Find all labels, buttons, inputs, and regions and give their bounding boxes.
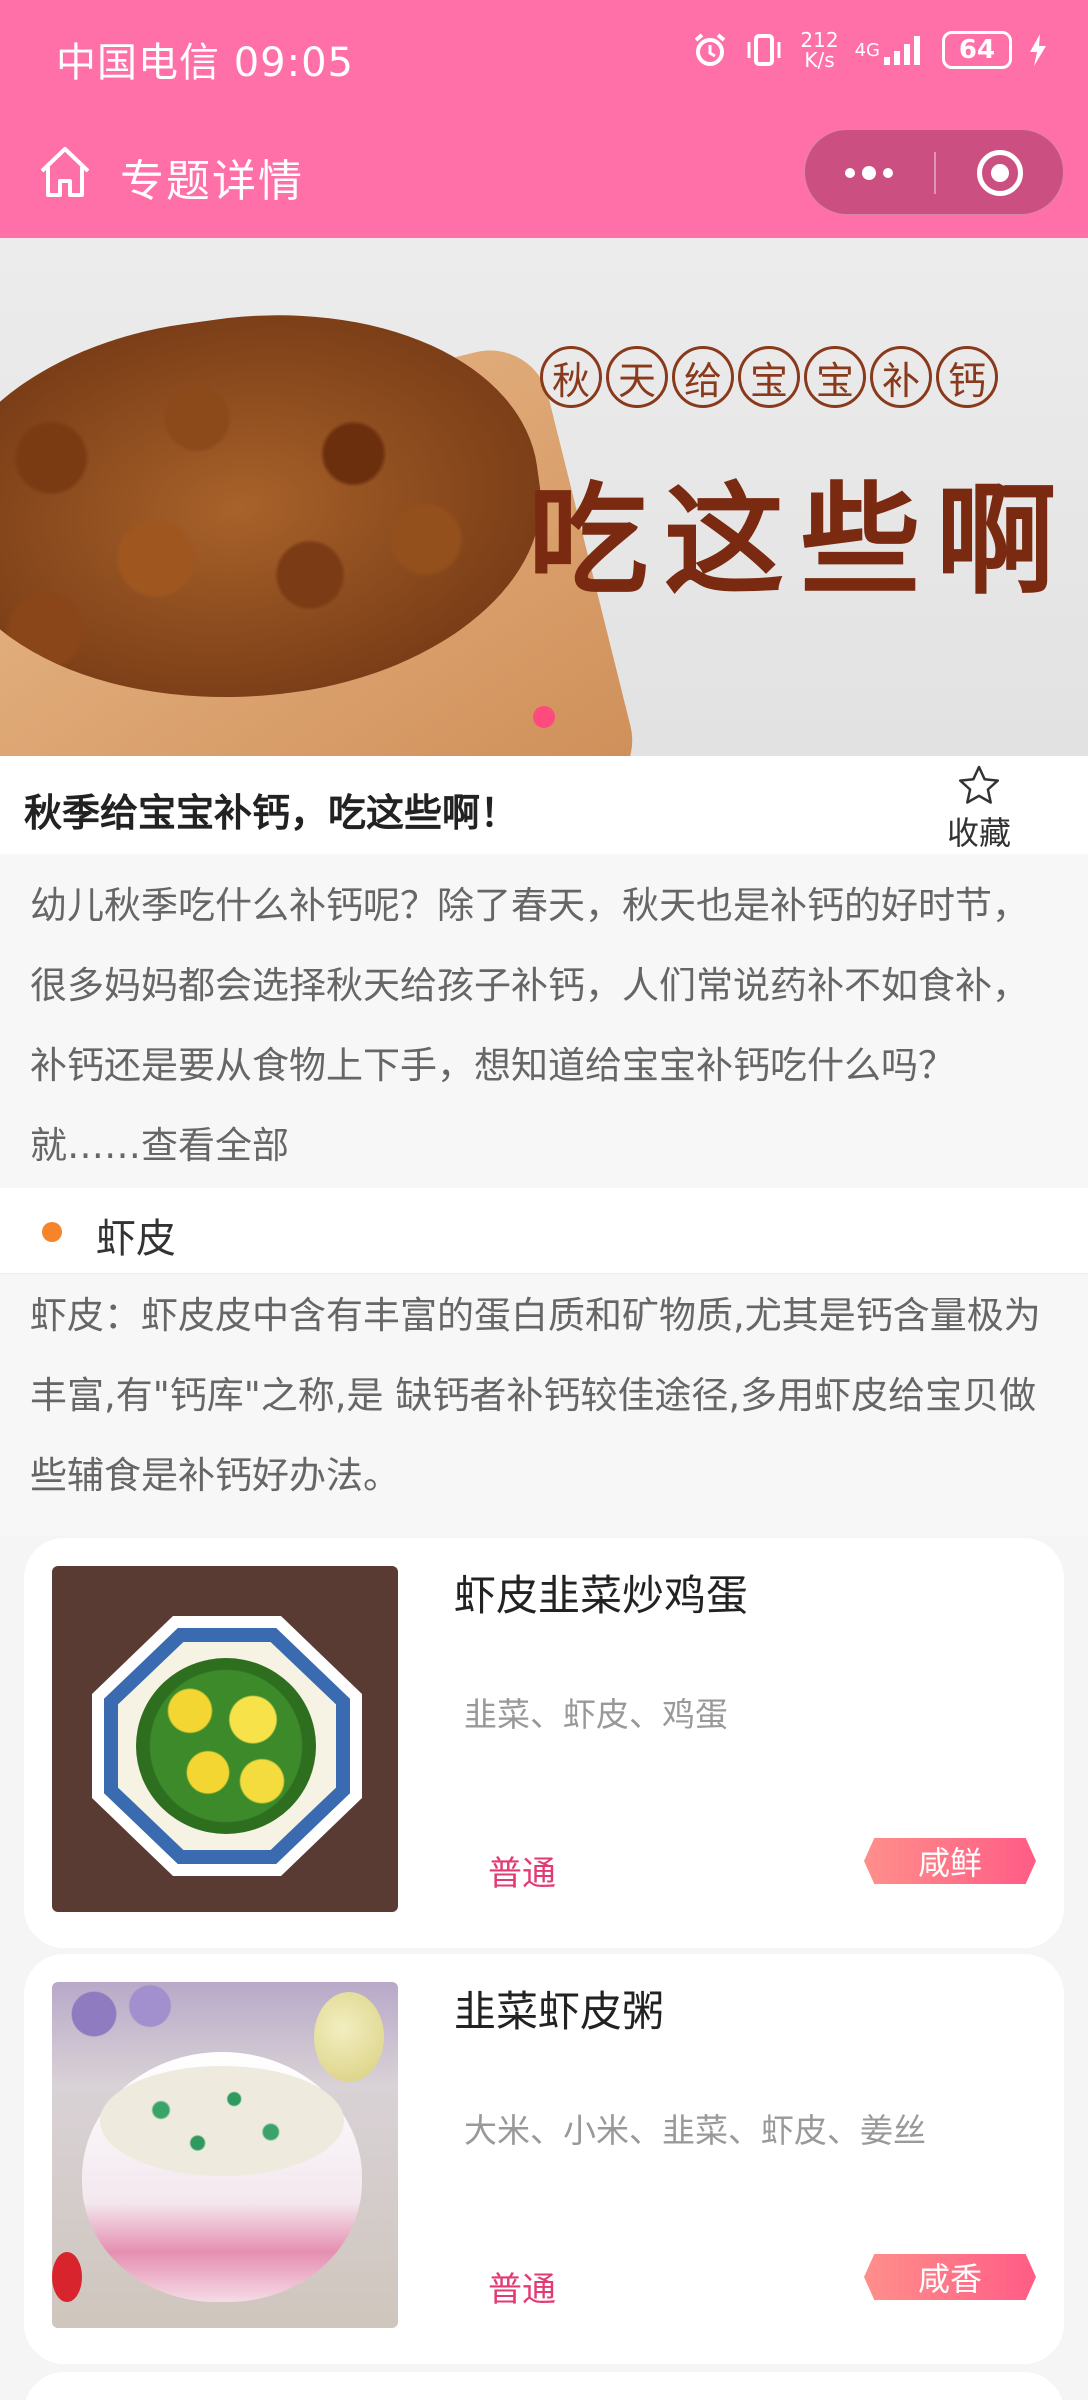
recipe-taste-tag: 咸香 <box>864 2254 1036 2300</box>
section-description: 虾皮：虾皮皮中含有丰富的蛋白质和矿物质,尤其是钙含量极为丰富,有"钙库"之称,是… <box>0 1276 1088 1536</box>
banner-subtitle: 秋 天 给 宝 宝 补 钙 <box>540 346 998 408</box>
topic-title: 秋季给宝宝补钙，吃这些啊！ <box>24 791 519 835</box>
banner-char: 宝 <box>804 346 866 408</box>
capsule-divider <box>934 152 936 194</box>
topic-description: 幼儿秋季吃什么补钙呢？除了春天，秋天也是补钙的好时节，很多妈妈都会选择秋天给孩子… <box>0 854 1088 1188</box>
signal-icon: 4G <box>855 33 926 67</box>
carrier-time: 中国电信 09:05 <box>56 40 354 86</box>
recipe-image <box>52 1982 398 2328</box>
banner-char: 秋 <box>540 346 602 408</box>
alarm-icon <box>692 32 728 68</box>
section-header: 虾皮 <box>0 1188 1088 1274</box>
page-title: 专题详情 <box>120 156 304 207</box>
favorite-label: 收藏 <box>946 814 1011 852</box>
mini-program-capsule <box>804 129 1064 215</box>
recipe-card[interactable]: 虾皮韭菜炒鸡蛋 韭菜、虾皮、鸡蛋 普通 咸鲜 <box>24 1538 1064 1948</box>
recipe-card[interactable]: 韭菜虾皮粥 大米、小米、韭菜、虾皮、姜丝 普通 咸香 <box>24 1954 1064 2364</box>
carousel-indicator[interactable] <box>533 706 555 728</box>
battery-indicator: 64 <box>942 31 1012 69</box>
view-all-link[interactable]: 查看全部 <box>141 1124 289 1167</box>
recipe-card-partial[interactable] <box>24 2372 1064 2400</box>
network-type: 4G <box>854 39 880 61</box>
recipe-image <box>52 1566 398 1912</box>
status-icons: 212 K/s 4G 64 <box>692 30 1048 70</box>
close-icon[interactable] <box>977 150 1023 196</box>
banner-char: 给 <box>672 346 734 408</box>
home-icon[interactable] <box>36 143 94 201</box>
net-speed-value: 212 <box>800 28 839 52</box>
recipe-title: 虾皮韭菜炒鸡蛋 <box>454 1571 749 1620</box>
net-speed-unit: K/s <box>804 48 835 72</box>
nav-bar: 专题详情 <box>0 115 1088 238</box>
status-bar: 中国电信 09:05 212 K/s 4G 64 <box>0 0 1088 115</box>
vibrate-icon <box>744 32 784 68</box>
charging-icon <box>1028 32 1048 68</box>
banner-carousel[interactable]: 秋 天 给 宝 宝 补 钙 吃这些啊 <box>0 238 1088 756</box>
topic-title-row: 秋季给宝宝补钙，吃这些啊！ 收藏 <box>0 756 1088 854</box>
recipe-ingredients: 大米、小米、韭菜、虾皮、姜丝 <box>464 2111 926 2150</box>
banner-headline: 吃这些啊 <box>528 470 1072 611</box>
section-dot-icon <box>42 1222 62 1242</box>
section-name: 虾皮 <box>96 1216 176 1262</box>
recipe-ingredients: 韭菜、虾皮、鸡蛋 <box>464 1695 728 1734</box>
banner-char: 宝 <box>738 346 800 408</box>
recipe-level: 普通 <box>488 1854 556 1894</box>
header: 中国电信 09:05 212 K/s 4G 64 专题详情 <box>0 0 1088 238</box>
banner-char: 补 <box>870 346 932 408</box>
banner-char: 天 <box>606 346 668 408</box>
net-speed: 212 K/s <box>800 30 838 70</box>
banner-char: 钙 <box>936 346 998 408</box>
more-icon[interactable] <box>805 130 933 216</box>
recipe-taste-tag: 咸鲜 <box>864 1838 1036 1884</box>
star-icon <box>957 764 1001 808</box>
favorite-button[interactable]: 收藏 <box>944 764 1014 854</box>
recipe-level: 普通 <box>488 2270 556 2310</box>
recipe-title: 韭菜虾皮粥 <box>454 1987 665 2036</box>
